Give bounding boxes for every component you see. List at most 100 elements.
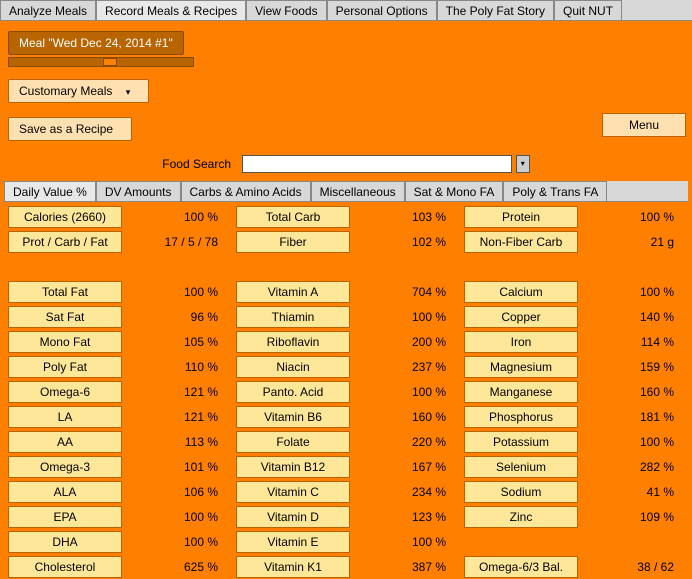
nutrient-label: Omega-6/3 Bal.: [464, 556, 578, 578]
nutrient-label: ALA: [8, 481, 122, 503]
nutrient-row: Omega-6121 % Panto. Acid100 % Manganese160…: [4, 379, 688, 404]
nutrient-label: Vitamin D: [236, 506, 350, 528]
nutrient-row: Cholesterol625 %Vitamin K1387 %Omega-6/3…: [4, 554, 688, 579]
nutrient-value: [578, 539, 684, 545]
customary-meals-button[interactable]: Customary Meals ▾: [8, 79, 149, 103]
top-tab-the-poly-fat-story[interactable]: The Poly Fat Story: [437, 0, 554, 20]
nutrient-label: Total Carb: [236, 206, 350, 228]
nutrient-label: Vitamin A: [236, 281, 350, 303]
nutrient-row: EPA100 %Vitamin D123 %Zinc109 %: [4, 504, 688, 529]
nutrient-label: Vitamin E: [236, 531, 350, 553]
progress-thumb[interactable]: [103, 58, 117, 66]
food-search-row: Food Search ▾: [4, 155, 688, 173]
nutrient-label: DHA: [8, 531, 122, 553]
nutrient-label: Mono Fat: [8, 331, 122, 353]
nutrient-label: Manganese: [464, 381, 578, 403]
nutrient-value: 100 %: [350, 382, 456, 402]
nutrient-value: 167 %: [350, 457, 456, 477]
sub-tab-miscellaneous[interactable]: Miscellaneous: [311, 181, 405, 201]
nutrient-value: 100 %: [578, 282, 684, 302]
nutrient-value: 220 %: [350, 432, 456, 452]
nutrient-label: Selenium: [464, 456, 578, 478]
sub-tab-sat-mono-fa[interactable]: Sat & Mono FA: [405, 181, 504, 201]
nutrient-value: 96 %: [122, 307, 228, 327]
nutrient-label: EPA: [8, 506, 122, 528]
nutrient-value: 100 %: [350, 307, 456, 327]
nutrient-value: 100 %: [122, 507, 228, 527]
top-tab-analyze-meals[interactable]: Analyze Meals: [0, 0, 96, 20]
nutrient-label: Sat Fat: [8, 306, 122, 328]
nutrient-label: Iron: [464, 331, 578, 353]
nutrient-value: 100 %: [122, 207, 228, 227]
nutrient-value: 102 %: [350, 232, 456, 252]
nutrient-row: Prot / Carb / Fat17 / 5 / 78Fiber102 %No…: [4, 229, 688, 254]
nutrient-value: 282 %: [578, 457, 684, 477]
top-tab-record-meals-recipes[interactable]: Record Meals & Recipes: [96, 0, 246, 20]
nutrient-label: Sodium: [464, 481, 578, 503]
nutrient-row: Mono Fat105 % Riboflavin200 % Iron114 %: [4, 329, 688, 354]
sub-tab-poly-trans-fa[interactable]: Poly & Trans FA: [503, 181, 607, 201]
nutrient-label: Calcium: [464, 281, 578, 303]
top-tab-bar: Analyze MealsRecord Meals & RecipesView …: [0, 0, 692, 21]
nutrient-label: LA: [8, 406, 122, 428]
nutrient-row: DHA100 %Vitamin E100 %: [4, 529, 688, 554]
menu-button[interactable]: Menu: [602, 113, 686, 137]
nutrient-row: Calories (2660)100 %Total Carb103 %Prote…: [4, 204, 688, 229]
nutrient-value: 101 %: [122, 457, 228, 477]
nutrient-label: Magnesium: [464, 356, 578, 378]
customary-meals-label: Customary Meals: [19, 84, 112, 98]
nutrient-label: Omega-6: [8, 381, 122, 403]
nutrient-value: 38 / 62: [578, 557, 684, 577]
nutrient-value: 160 %: [578, 382, 684, 402]
nutrient-label: Thiamin: [236, 306, 350, 328]
nutrient-label: Protein: [464, 206, 578, 228]
nutrient-value: 123 %: [350, 507, 456, 527]
save-as-recipe-button[interactable]: Save as a Recipe: [8, 117, 132, 141]
nutrient-label: Cholesterol: [8, 556, 122, 578]
nutrient-value: 100 %: [578, 207, 684, 227]
nutrient-label: Vitamin B12: [236, 456, 350, 478]
nutrient-row: Sat Fat96 %Thiamin100 %Copper140 %: [4, 304, 688, 329]
food-search-input[interactable]: [242, 155, 512, 173]
nutrient-label: Folate: [236, 431, 350, 453]
nutrient-value: 121 %: [122, 382, 228, 402]
sub-tab-carbs-amino-acids[interactable]: Carbs & Amino Acids: [181, 181, 311, 201]
nutrient-value: 200 %: [350, 332, 456, 352]
nutrient-value: 160 %: [350, 407, 456, 427]
nutrient-value: 100 %: [350, 532, 456, 552]
nutrient-label: Poly Fat: [8, 356, 122, 378]
meal-title: Meal "Wed Dec 24, 2014 #1": [8, 31, 184, 55]
nutrient-label: Panto. Acid: [236, 381, 350, 403]
nutrient-value: 103 %: [350, 207, 456, 227]
top-tab-personal-options[interactable]: Personal Options: [327, 0, 437, 20]
chevron-down-icon: ▾: [126, 87, 131, 97]
nutrient-label: AA: [8, 431, 122, 453]
nutrient-value: 105 %: [122, 332, 228, 352]
nutrient-label: Vitamin B6: [236, 406, 350, 428]
nutrient-label: Vitamin C: [236, 481, 350, 503]
nutrient-label: Prot / Carb / Fat: [8, 231, 122, 253]
top-tab-quit-nut[interactable]: Quit NUT: [554, 0, 622, 20]
nutrient-label: Vitamin K1: [236, 556, 350, 578]
nutrient-value: 234 %: [350, 482, 456, 502]
top-tab-view-foods[interactable]: View Foods: [246, 0, 326, 20]
nutrient-value: 114 %: [578, 332, 684, 352]
nutrient-value: 387 %: [350, 557, 456, 577]
nutrient-value: 100 %: [122, 282, 228, 302]
nutrient-value: 113 %: [122, 432, 228, 452]
nutrient-value: 100 %: [578, 432, 684, 452]
search-dropdown-icon[interactable]: ▾: [516, 155, 530, 173]
sub-tab-daily-value-[interactable]: Daily Value %: [4, 181, 96, 201]
nutrient-label: Fiber: [236, 231, 350, 253]
nutrient-value: 17 / 5 / 78: [122, 232, 228, 252]
nutrient-label: Copper: [464, 306, 578, 328]
nutrient-label: Riboflavin: [236, 331, 350, 353]
nutrient-row: Total Fat100 %Vitamin A704 %Calcium100 %: [4, 279, 688, 304]
meal-progress[interactable]: [8, 57, 194, 67]
nutrient-row: Omega-3101 %Vitamin B12167 %Selenium282 …: [4, 454, 688, 479]
nutrient-value: 100 %: [122, 532, 228, 552]
food-search-label: Food Search: [162, 157, 231, 171]
nutrient-row: AA113 %Folate220 %Potassium100 %: [4, 429, 688, 454]
sub-tab-dv-amounts[interactable]: DV Amounts: [96, 181, 181, 201]
nutrient-label: Zinc: [464, 506, 578, 528]
